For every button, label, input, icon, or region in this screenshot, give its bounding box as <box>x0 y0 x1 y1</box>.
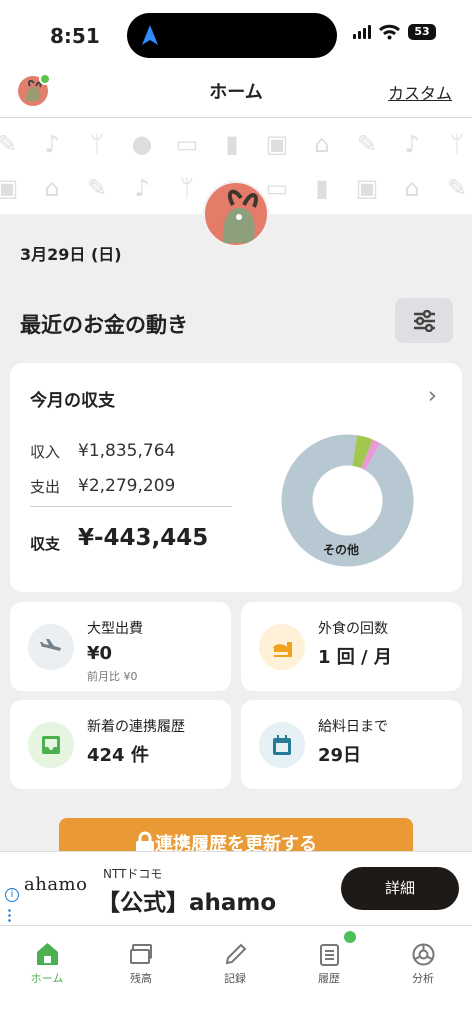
pen-icon: ✎ <box>446 174 468 202</box>
ad-details-button[interactable]: 詳細 <box>341 867 459 910</box>
linked-history-label: 新着の連携履歴 <box>87 719 185 735</box>
utensils-icon: ᛘ <box>89 130 105 158</box>
nav-record[interactable]: 記録 <box>200 938 270 986</box>
piggy-bank-icon: ● <box>131 130 153 158</box>
custom-link[interactable]: カスタム <box>388 80 452 104</box>
advertisement-banner[interactable]: i ahamo NTTドコモ 【公式】ahamo 詳細 <box>0 851 472 925</box>
card-icon: ▭ <box>265 174 289 202</box>
expense-value: ¥2,279,209 <box>78 476 176 496</box>
dining-out-value: 1 回 / 月 <box>318 647 392 668</box>
nav-history[interactable]: 履歴 <box>294 938 364 986</box>
chart-label-other: その他 <box>323 543 360 557</box>
linked-history-card[interactable]: 新着の連携履歴 424 件 <box>10 700 231 789</box>
history-notification-badge <box>344 931 356 943</box>
bar-chart-icon: ▮ <box>315 174 329 202</box>
music-note-icon: ♪ <box>134 174 150 202</box>
status-icons: 53 <box>353 24 436 40</box>
section-title: 最近のお金の動き <box>20 313 188 337</box>
utensils-icon: ᛘ <box>179 174 195 202</box>
large-expense-comparison: 前月比 ¥0 <box>87 670 138 683</box>
chevron-right-icon: › <box>427 383 437 409</box>
dynamic-island <box>127 13 337 58</box>
nav-balance-label: 残高 <box>130 972 152 985</box>
linked-history-value: 424 件 <box>87 745 149 766</box>
balance-value: ¥-443,445 <box>78 525 209 551</box>
music-note-icon: ♪ <box>404 130 420 158</box>
music-note-icon: ♪ <box>44 130 60 158</box>
current-date: 3月29日 (日) <box>20 245 122 264</box>
calendar-icon: ▣ <box>355 174 379 202</box>
expense-label: 支出 <box>30 478 61 496</box>
filter-button[interactable] <box>395 298 453 343</box>
location-arrow-icon <box>142 25 158 45</box>
list-icon <box>294 938 364 970</box>
ad-info-icon[interactable]: i <box>5 888 19 902</box>
wifi-icon <box>379 24 400 40</box>
dining-out-card[interactable]: 外食の回数 1 回 / 月 <box>241 602 462 691</box>
calendar-icon: ▣ <box>0 174 19 202</box>
status-bar: 8:51 53 <box>0 0 472 64</box>
utensils-icon: ᛘ <box>449 130 465 158</box>
payday-label: 給料日まで <box>318 719 388 735</box>
calendar-icon <box>259 722 305 768</box>
card-icon: ▭ <box>175 130 199 158</box>
payday-value: 29日 <box>318 745 362 766</box>
monthly-balance-title: 今月の収支 <box>30 391 115 411</box>
bank-icon: ⌂ <box>44 174 60 202</box>
payday-card[interactable]: 給料日まで 29日 <box>241 700 462 789</box>
ad-menu-icon[interactable] <box>8 908 11 922</box>
pen-icon: ✎ <box>0 130 18 158</box>
monthly-balance-card[interactable]: 今月の収支 › 収入 ¥1,835,764 支出 ¥2,279,209 収支 ¥… <box>10 363 462 592</box>
profile-avatar[interactable] <box>203 181 269 247</box>
bank-icon: ⌂ <box>404 174 420 202</box>
pen-icon: ✎ <box>356 130 378 158</box>
bank-icon: ⌂ <box>314 130 330 158</box>
home-indicator <box>154 1010 318 1015</box>
battery-icon: 53 <box>408 24 436 40</box>
nav-home-label: ホーム <box>30 972 64 985</box>
income-value: ¥1,835,764 <box>78 441 176 461</box>
balance-label: 収支 <box>30 535 61 553</box>
goat-portrait-icon <box>222 189 258 243</box>
nav-record-label: 記録 <box>224 972 246 985</box>
fast-food-icon <box>259 624 305 670</box>
large-expense-label: 大型出費 <box>87 621 143 637</box>
wallet-icon <box>106 938 176 970</box>
airplane-icon <box>28 624 74 670</box>
app-header: ホーム カスタム <box>0 64 472 118</box>
pie-chart-icon <box>388 938 458 970</box>
app-screen: 8:51 53 ホーム カスタム ✎♪ᛘ●▭▮▣⌂✎♪ᛘ ▣⌂✎♪ᛘ●▭▮▣⌂✎… <box>0 0 472 1024</box>
divider <box>30 506 232 507</box>
bar-chart-icon: ▮ <box>225 130 239 158</box>
nav-history-label: 履歴 <box>318 972 340 985</box>
status-time: 8:51 <box>50 24 100 48</box>
large-expense-card[interactable]: 大型出費 ¥0 前月比 ¥0 <box>10 602 231 691</box>
nav-home[interactable]: ホーム <box>12 938 82 986</box>
sliders-icon <box>413 309 435 332</box>
calendar-icon: ▣ <box>265 130 289 158</box>
nav-balance[interactable]: 残高 <box>106 938 176 986</box>
ad-brand-logo: ahamo <box>24 874 88 895</box>
pencil-icon <box>200 938 270 970</box>
ad-sponsor: NTTドコモ <box>103 867 163 881</box>
signal-icon <box>353 25 371 39</box>
dining-out-label: 外食の回数 <box>318 621 388 637</box>
large-expense-value: ¥0 <box>87 643 113 664</box>
pen-icon: ✎ <box>86 174 108 202</box>
nav-analysis[interactable]: 分析 <box>388 938 458 986</box>
inbox-icon <box>28 722 74 768</box>
ad-title: 【公式】ahamo <box>97 890 277 916</box>
pattern-row: ✎ ♪ ᛘ ● ▭ ▮ ▣ ⌂ ✎ ♪ ᛘ <box>0 129 472 159</box>
home-icon <box>12 938 82 970</box>
income-label: 収入 <box>30 443 61 461</box>
nav-analysis-label: 分析 <box>412 972 434 985</box>
